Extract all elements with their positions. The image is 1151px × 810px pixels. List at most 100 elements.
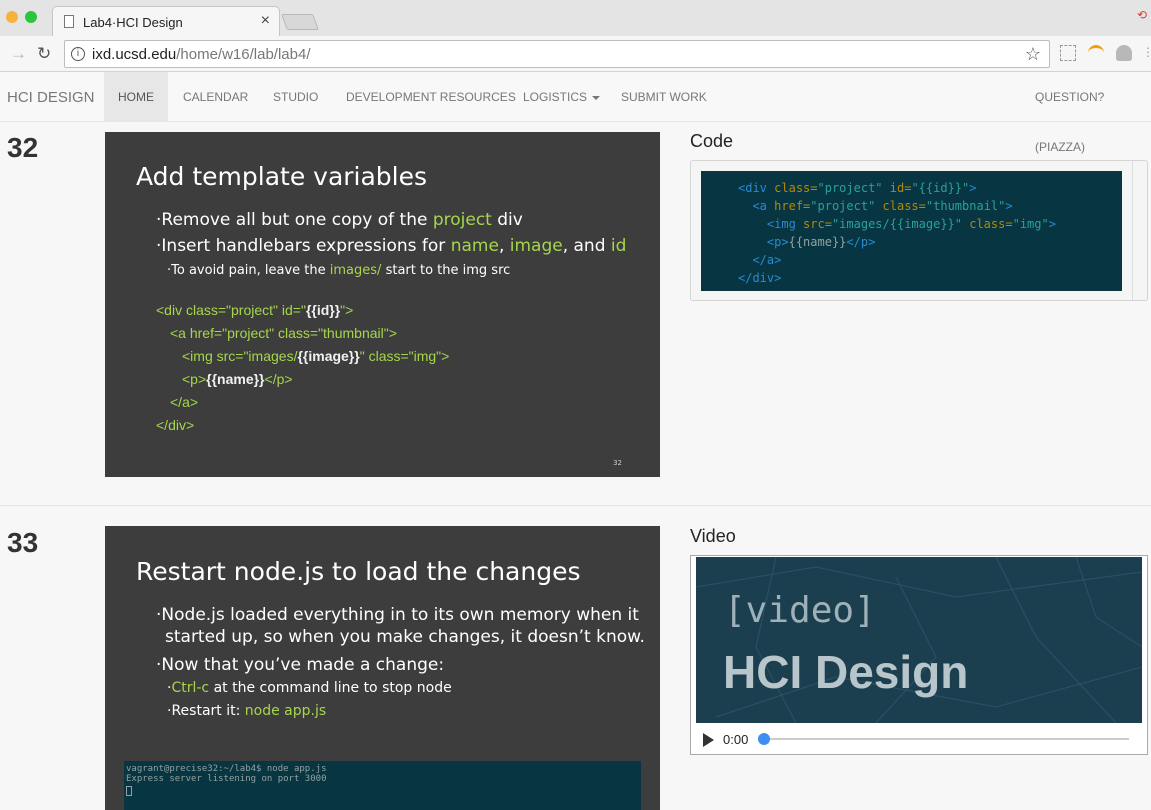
slide-title: Restart node.js to load the changes [136, 557, 581, 586]
url-host: ixd.ucsd.edu [92, 46, 177, 63]
subbullet-text: at the command line to stop node [209, 680, 452, 696]
section-number: 33 [7, 527, 39, 558]
subbullet-text: start to the img src [381, 263, 511, 278]
bullet-text: , [498, 236, 510, 256]
bullet-highlight: project [432, 210, 492, 230]
back-arrow-icon[interactable]: → [10, 44, 27, 64]
profile-icon[interactable]: ⟲ [1137, 8, 1147, 22]
bullet-text: Insert handlebars expressions for [161, 236, 451, 256]
site-navbar: HCI DESIGN HOME CALENDAR STUDIO DEVELOPM… [0, 72, 1151, 154]
terminal-screenshot: vagrant@precise32:~/lab4$ node app.js Ex… [124, 761, 641, 810]
subbullet-highlight: images/ [329, 263, 382, 278]
video-controls: 0:00 [691, 724, 1147, 754]
nav-logistics-label: LOGISTICS [523, 90, 588, 104]
address-bar[interactable]: i ixd.ucsd.edu/home/w16/lab/lab4/ ☆ [64, 40, 1050, 68]
bullet-text: div [491, 210, 523, 230]
slide-page-number: 32 [613, 459, 622, 467]
slide-code-line: <a href="project" class="thumbnail"> [170, 325, 397, 341]
new-tab-button[interactable] [281, 14, 319, 30]
menu-icon[interactable]: ⋮ [1142, 45, 1151, 61]
slide-title: Add template variables [136, 162, 428, 191]
code-text: " class="img"> [359, 348, 450, 364]
code-block[interactable]: <div class="project" id="{{id}}"> <a hre… [701, 171, 1122, 291]
slide-code-line: </a> [170, 394, 199, 410]
bullet-highlight: id [610, 236, 627, 256]
drive-icon[interactable] [1116, 45, 1132, 61]
video-time: 0:00 [723, 732, 749, 747]
url-text[interactable]: ixd.ucsd.edu/home/w16/lab/lab4/ [92, 46, 311, 63]
nav-calendar[interactable]: CALENDAR [183, 72, 248, 122]
code-highlight: {{name}} [206, 371, 265, 387]
code-highlight: {{image}} [297, 348, 360, 364]
slide-bullet: ·Remove all but one copy of the project … [156, 210, 523, 230]
slide-image: Restart node.js to load the changes ·Nod… [105, 526, 660, 810]
tab-title: Lab4·HCI Design [83, 15, 183, 30]
code-text: <p> [182, 371, 207, 387]
caret-down-icon [592, 95, 601, 100]
extension-rainbow-icon[interactable] [1088, 45, 1104, 61]
bullet-text: Node.js loaded everything in to its own … [161, 605, 639, 625]
progress-knob[interactable] [758, 733, 770, 745]
bookmark-star-icon[interactable]: ☆ [1025, 44, 1041, 65]
code-heading: Code [690, 131, 734, 151]
nav-submit-work[interactable]: SUBMIT WORK [621, 72, 707, 122]
video-player[interactable]: [video] HCI Design 0:00 [690, 555, 1148, 755]
section-number: 32 [7, 132, 39, 163]
code-scrollbar[interactable] [1132, 161, 1147, 300]
slide-code-line: <img src="images/{{image}}" class="img"> [182, 348, 449, 364]
browser-toolbar: → ↻ i ixd.ucsd.edu/home/w16/lab/lab4/ ☆ … [0, 36, 1151, 72]
code-text: </p> [264, 371, 293, 387]
info-icon[interactable]: i [71, 47, 85, 61]
nav-studio[interactable]: STUDIO [273, 72, 318, 122]
brand-logo[interactable]: HCI DESIGN [7, 89, 95, 106]
slide-bullet: ·Node.js loaded everything in to its own… [156, 605, 639, 625]
subbullet-text: Restart it: [171, 703, 245, 719]
minimize-window-button[interactable] [6, 11, 18, 23]
video-title-line2: HCI Design [723, 646, 969, 698]
code-highlight: {{id}} [305, 302, 341, 318]
slide-image: Add template variables ·Remove all but o… [105, 132, 660, 477]
play-icon[interactable] [703, 733, 714, 747]
extension-icon[interactable] [1060, 45, 1076, 61]
slide-subbullet: ·To avoid pain, leave the images/ start … [167, 263, 511, 278]
bullet-highlight: name [450, 236, 499, 256]
slide-bullet-continued: started up, so when you make changes, it… [165, 627, 645, 647]
slide-bullet: ·Insert handlebars expressions for name,… [156, 236, 627, 256]
code-panel[interactable]: <div class="project" id="{{id}}"> <a hre… [690, 160, 1148, 301]
slide-bullet: ·Now that you’ve made a change: [156, 655, 445, 675]
code-text: <img src="images/ [182, 348, 298, 364]
video-frame[interactable]: [video] HCI Design [696, 557, 1142, 723]
code-text: <div class="project" id=" [156, 302, 306, 318]
subbullet-highlight: Ctrl-c [171, 680, 210, 696]
terminal-line: Express server listening on port 3000 [126, 774, 327, 784]
browser-tab[interactable]: Lab4·HCI Design × [52, 6, 280, 36]
close-tab-icon[interactable]: × [261, 12, 270, 30]
slide-subbullet: ·Restart it: node app.js [167, 703, 327, 719]
bullet-text: Now that you’ve made a change: [161, 655, 445, 675]
url-path: /home/w16/lab/lab4/ [176, 46, 311, 63]
terminal-line: vagrant@precise32:~/lab4$ node app.js [126, 764, 327, 774]
nav-home[interactable]: HOME [104, 72, 168, 122]
bullet-text: Remove all but one copy of the [161, 210, 433, 230]
video-title-line1: [video] [724, 590, 876, 631]
browser-titlebar: Lab4·HCI Design × ⟲ [0, 0, 1151, 36]
nav-development-resources[interactable]: DEVELOPMENT RESOURCES [346, 72, 516, 122]
slide-code-line: </div> [156, 417, 195, 433]
maximize-window-button[interactable] [25, 11, 37, 23]
code-text: "> [340, 302, 354, 318]
video-heading: Video [690, 526, 736, 546]
page-icon [64, 15, 74, 28]
subbullet-text: To avoid pain, leave the [171, 263, 330, 278]
subbullet-highlight: node app.js [244, 703, 327, 719]
nav-question-piazza[interactable]: QUESTION? (PIAZZA) [1035, 72, 1151, 154]
slide-code-line: <p>{{name}}</p> [182, 371, 293, 387]
terminal-cursor [126, 786, 132, 796]
section-divider [0, 505, 1151, 506]
bullet-highlight: image [509, 236, 563, 256]
slide-code-line: <div class="project" id="{{id}}"> [156, 302, 353, 318]
nav-logistics[interactable]: LOGISTICS [523, 72, 601, 122]
bullet-text: , and [562, 236, 611, 256]
slide-subbullet: ·Ctrl-c at the command line to stop node [167, 680, 452, 696]
progress-track[interactable] [761, 738, 1129, 740]
reload-icon[interactable]: ↻ [37, 44, 51, 64]
